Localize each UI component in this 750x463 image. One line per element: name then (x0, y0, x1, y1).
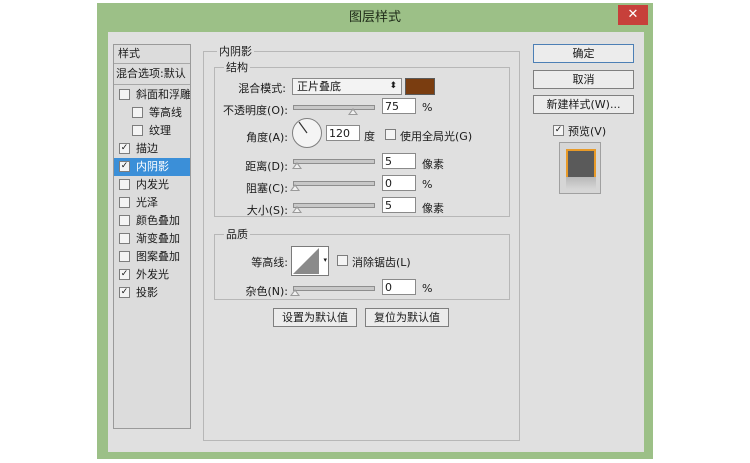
ok-button[interactable]: 确定 (533, 44, 634, 63)
inner-shadow-title: 内阴影 (217, 43, 254, 59)
style-checkbox[interactable] (119, 179, 130, 190)
style-preview (559, 142, 601, 194)
style-item-color-overlay[interactable]: 颜色叠加 (114, 212, 190, 230)
distance-slider[interactable] (293, 159, 375, 164)
layer-style-dialog: 图层样式 ✕ 样式 混合选项:默认 斜面和浮雕 等高线 纹理 ✓ 描边 ✓ 内阴… (97, 3, 653, 459)
style-item-satin[interactable]: 光泽 (114, 194, 190, 212)
contour-curve-icon (293, 248, 319, 274)
anti-alias-checkbox[interactable] (337, 255, 348, 266)
new-style-button[interactable]: 新建样式(W)... (533, 95, 634, 114)
choke-unit: % (422, 178, 433, 191)
opacity-label: 不透明度(O): (223, 104, 288, 117)
updown-arrow-icon: ⬍ (389, 81, 397, 91)
style-checkbox-checked[interactable]: ✓ (119, 269, 130, 280)
quality-title: 品质 (224, 226, 250, 242)
opacity-slider-thumb[interactable] (348, 108, 358, 115)
dropdown-arrow-icon: ▾ (323, 256, 327, 264)
size-slider-thumb[interactable] (292, 206, 302, 213)
global-light-checkbox[interactable] (385, 129, 396, 140)
style-item-gradient-overlay[interactable]: 渐变叠加 (114, 230, 190, 248)
distance-unit: 像素 (422, 158, 444, 171)
anti-alias-label: 消除锯齿(L) (352, 256, 411, 269)
cancel-button[interactable]: 取消 (533, 70, 634, 89)
reset-default-button[interactable]: 复位为默认值 (365, 308, 449, 327)
style-checkbox-checked[interactable]: ✓ (119, 143, 130, 154)
size-input[interactable]: 5 (382, 197, 416, 213)
dialog-client: 样式 混合选项:默认 斜面和浮雕 等高线 纹理 ✓ 描边 ✓ 内阴影 内发光 光… (108, 32, 644, 452)
noise-unit: % (422, 282, 433, 295)
choke-label: 阻塞(C): (246, 182, 288, 195)
shadow-color-swatch[interactable] (405, 78, 435, 95)
contour-picker[interactable]: ▾ (291, 246, 329, 276)
style-checkbox[interactable] (132, 125, 143, 136)
style-item-texture[interactable]: 纹理 (114, 122, 190, 140)
noise-slider-thumb[interactable] (290, 289, 300, 296)
structure-title: 结构 (224, 59, 250, 75)
close-button[interactable]: ✕ (618, 5, 648, 25)
preview-shadow (566, 177, 596, 189)
style-checkbox-checked[interactable]: ✓ (119, 287, 130, 298)
style-checkbox[interactable] (119, 215, 130, 226)
angle-label: 角度(A): (246, 131, 288, 144)
angle-input[interactable]: 120 (326, 125, 360, 141)
angle-unit: 度 (364, 130, 375, 143)
style-item-contour[interactable]: 等高线 (114, 104, 190, 122)
noise-slider[interactable] (293, 286, 375, 291)
style-checkbox[interactable] (119, 251, 130, 262)
preview-swatch (566, 149, 596, 179)
style-list-header: 样式 (118, 47, 140, 60)
angle-needle-icon (298, 121, 308, 134)
blend-options-item[interactable]: 混合选项:默认 (114, 65, 190, 83)
choke-input[interactable]: 0 (382, 175, 416, 191)
style-list: 样式 混合选项:默认 斜面和浮雕 等高线 纹理 ✓ 描边 ✓ 内阴影 内发光 光… (113, 44, 191, 429)
style-item-drop-shadow[interactable]: ✓ 投影 (114, 284, 190, 302)
size-unit: 像素 (422, 202, 444, 215)
style-item-inner-glow[interactable]: 内发光 (114, 176, 190, 194)
style-item-inner-shadow[interactable]: ✓ 内阴影 (114, 158, 190, 176)
distance-slider-thumb[interactable] (292, 162, 302, 169)
style-item-stroke[interactable]: ✓ 描边 (114, 140, 190, 158)
noise-input[interactable]: 0 (382, 279, 416, 295)
angle-dial[interactable] (292, 118, 322, 148)
size-slider[interactable] (293, 203, 375, 208)
style-item-outer-glow[interactable]: ✓ 外发光 (114, 266, 190, 284)
blend-mode-select[interactable]: 正片叠底 ⬍ (292, 78, 402, 95)
opacity-unit: % (422, 101, 433, 114)
dialog-title: 图层样式 (348, 10, 401, 25)
preview-label: 预览(V) (568, 125, 607, 138)
blend-mode-label: 混合模式: (238, 82, 286, 95)
style-item-pattern-overlay[interactable]: 图案叠加 (114, 248, 190, 266)
opacity-input[interactable]: 75 (382, 98, 416, 114)
style-checkbox[interactable] (119, 89, 130, 100)
style-checkbox[interactable] (132, 107, 143, 118)
preview-checkbox[interactable]: ✓ (553, 125, 564, 136)
choke-slider[interactable] (293, 181, 375, 186)
style-item-bevel-emboss[interactable]: 斜面和浮雕 (114, 86, 190, 104)
noise-label: 杂色(N): (245, 285, 288, 298)
contour-label: 等高线: (251, 256, 288, 269)
style-checkbox-checked[interactable]: ✓ (119, 161, 130, 172)
global-light-label: 使用全局光(G) (400, 130, 473, 143)
style-checkbox[interactable] (119, 197, 130, 208)
choke-slider-thumb[interactable] (290, 184, 300, 191)
style-checkbox[interactable] (119, 233, 130, 244)
distance-label: 距离(D): (245, 160, 288, 173)
size-label: 大小(S): (246, 204, 288, 217)
opacity-slider[interactable] (293, 105, 375, 110)
distance-input[interactable]: 5 (382, 153, 416, 169)
set-default-button[interactable]: 设置为默认值 (273, 308, 357, 327)
